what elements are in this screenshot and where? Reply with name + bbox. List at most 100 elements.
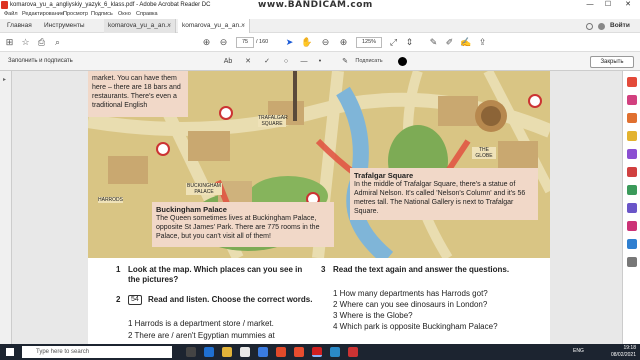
menu-sign[interactable]: Подпись	[91, 10, 113, 19]
clock-date: 08/02/2021	[610, 352, 636, 358]
compress-icon[interactable]	[627, 185, 637, 195]
scroll-mode-icon[interactable]: ⇕	[404, 37, 415, 48]
language-indicator[interactable]: ENG	[573, 348, 584, 354]
minimize-button[interactable]: —	[582, 0, 598, 10]
bell-icon[interactable]	[598, 23, 605, 30]
tab-bar: Главная Инструменты komarova_yu_a_an... …	[0, 19, 640, 33]
task2-text: Read and listen. Choose the correct word…	[148, 295, 313, 304]
help-icon[interactable]	[586, 23, 593, 30]
task3-text: Read the text again and answer the quest…	[333, 265, 510, 274]
map-label-trafalgar: TRAFALGAR SQUARE	[258, 115, 288, 127]
right-tools-panel	[622, 71, 640, 344]
menu-view[interactable]: Просмотр	[63, 10, 88, 19]
mail-icon[interactable]	[258, 347, 268, 357]
task-view-icon[interactable]	[186, 347, 196, 357]
zoom-out-icon[interactable]: ⊖	[320, 37, 331, 48]
bandicam-taskbar-icon[interactable]	[348, 347, 358, 357]
page-up-icon[interactable]: ⊕	[201, 37, 212, 48]
trafalgar-note-text: In the middle of Trafalgar Square, there…	[354, 181, 526, 215]
fill-sign-tool-icon[interactable]	[627, 221, 637, 231]
expand-panel-icon[interactable]: ▸	[3, 76, 6, 83]
dot-icon[interactable]: •	[316, 56, 324, 67]
tab-file-2[interactable]: komarova_yu_a_an... ×	[178, 19, 250, 33]
combine-icon[interactable]	[627, 149, 637, 159]
audio-track-badge: 54	[128, 295, 142, 305]
page-total: / 160	[256, 39, 269, 45]
signature-icon[interactable]: ✎	[340, 56, 350, 67]
london-map-image: TRAFALGAR SQUARE THE GLOBE BUCKINGHAM PA…	[88, 71, 550, 258]
map-label-buckingham: BUCKINGHAM PALACE	[186, 183, 222, 195]
tab-close-icon[interactable]: ×	[241, 19, 245, 33]
organize-pages-icon[interactable]	[627, 167, 637, 177]
share-icon[interactable]: ⇪	[477, 37, 488, 48]
acrobat-taskbar-icon[interactable]	[312, 347, 322, 357]
windows-start-icon[interactable]	[6, 348, 14, 356]
tab-home[interactable]: Главная	[3, 19, 32, 33]
color-picker[interactable]	[398, 57, 407, 66]
hand-icon[interactable]: ✋	[301, 37, 312, 48]
sign-icon[interactable]: ✍	[460, 37, 471, 48]
cursor-icon[interactable]: ➤	[284, 37, 295, 48]
menu-edit[interactable]: Редактирование	[22, 10, 64, 19]
task1-number: 1	[116, 265, 121, 274]
chrome-icon[interactable]	[276, 347, 286, 357]
task3-item: 1 How many departments has Harrods got?	[333, 289, 488, 298]
tab-file-1-label: komarova_yu_a_an...	[108, 22, 171, 29]
taskbar-search-placeholder: Type here to search	[36, 349, 90, 355]
clock-time: 19:18	[623, 345, 636, 351]
edit-pdf-icon[interactable]	[627, 113, 637, 123]
fit-page-icon[interactable]: ⤢	[388, 37, 399, 48]
zoom-select[interactable]: 125%	[356, 37, 382, 48]
clock[interactable]: 19:18 08/02/2021	[611, 345, 636, 359]
more-tools-icon[interactable]	[627, 257, 637, 267]
task3-item: 2 Where can you see dinosaurs in London?	[333, 300, 488, 309]
create-pdf-icon[interactable]	[627, 95, 637, 105]
close-fill-sign-button[interactable]: Закрыть	[590, 56, 634, 68]
print-icon[interactable]: ⎙	[36, 37, 47, 48]
store-icon[interactable]	[240, 347, 250, 357]
send-icon[interactable]	[627, 239, 637, 249]
search-icon[interactable]: ⌕	[52, 37, 63, 48]
document-page: TRAFALGAR SQUARE THE GLOBE BUCKINGHAM PA…	[88, 71, 550, 344]
tab-file-1[interactable]: komarova_yu_a_an... ×	[104, 19, 176, 33]
menu-bar: Файл Редактирование Просмотр Подпись Окн…	[0, 10, 640, 19]
menu-window[interactable]: Окно	[118, 10, 131, 19]
maximize-button[interactable]: ☐	[600, 0, 616, 10]
line-icon[interactable]: —	[298, 56, 310, 67]
buckingham-note-text: The Queen sometimes lives at Buckingham …	[156, 215, 320, 240]
sign-button[interactable]: Подписать	[352, 56, 386, 67]
task1-text: Look at the map. Which places can you se…	[128, 265, 303, 284]
zoom-in-icon[interactable]: ⊕	[338, 37, 349, 48]
page-down-icon[interactable]: ⊖	[218, 37, 229, 48]
left-panel: ▸	[0, 71, 12, 344]
audio-track-number: 54	[131, 296, 139, 303]
comment-tool-icon[interactable]	[627, 131, 637, 141]
task2-item: 1 Harrods is a department store / market…	[128, 319, 274, 328]
signin-button[interactable]: Войти	[606, 19, 630, 33]
comment-icon[interactable]: ✎	[428, 37, 439, 48]
export-pdf-icon[interactable]	[627, 77, 637, 87]
map-label-globe: THE GLOBE	[472, 147, 496, 159]
edge-icon[interactable]	[204, 347, 214, 357]
taskbar: Type here to search ENG 19:18 08/02/2021	[0, 344, 640, 360]
trafalgar-note: Trafalgar Square In the middle of Trafal…	[350, 168, 538, 220]
tab-tools[interactable]: Инструменты	[40, 19, 85, 33]
star-icon[interactable]: ☆	[20, 37, 31, 48]
check-icon[interactable]: ✓	[262, 56, 272, 67]
highlight-icon[interactable]: ✐	[444, 37, 455, 48]
buckingham-note-title: Buckingham Palace	[156, 205, 227, 214]
create-file-icon[interactable]: ⊞	[4, 37, 15, 48]
word-icon[interactable]	[330, 347, 340, 357]
circle-icon[interactable]: ○	[281, 56, 291, 67]
protect-icon[interactable]	[627, 203, 637, 213]
text-tool[interactable]: Ab	[222, 56, 234, 67]
menu-file[interactable]: Файл	[4, 10, 18, 19]
page-number-input[interactable]: 75	[236, 37, 254, 48]
close-window-button[interactable]: ✕	[620, 0, 636, 10]
cross-icon[interactable]: ✕	[243, 56, 253, 67]
explorer-icon[interactable]	[222, 347, 232, 357]
tab-close-icon[interactable]: ×	[167, 19, 171, 33]
menu-help[interactable]: Справка	[136, 10, 158, 19]
office-icon[interactable]	[294, 347, 304, 357]
taskbar-search[interactable]: Type here to search	[22, 346, 172, 358]
